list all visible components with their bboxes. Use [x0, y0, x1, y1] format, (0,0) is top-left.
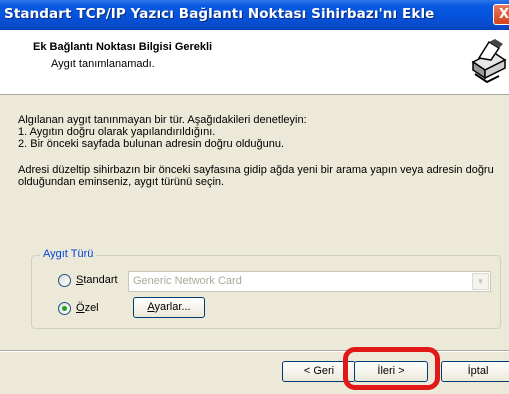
- next-button-highlight: [343, 347, 440, 390]
- custom-radio[interactable]: [58, 302, 71, 315]
- close-button[interactable]: X: [493, 4, 509, 25]
- printer-wizard-icon: [465, 38, 507, 84]
- title-bar: Standart TCP/IP Yazıcı Bağlantı Noktası …: [0, 0, 509, 30]
- window-title: Standart TCP/IP Yazıcı Bağlantı Noktası …: [4, 6, 435, 22]
- chevron-down-icon[interactable]: ▼: [472, 273, 489, 290]
- device-type-select[interactable]: Generic Network Card ▼: [128, 271, 491, 292]
- device-type-legend: Aygıt Türü: [40, 248, 97, 260]
- header-title: Ek Bağlantı Noktası Bilgisi Gerekli: [33, 41, 213, 53]
- wizard-header: Ek Bağlantı Noktası Bilgisi Gerekli Aygı…: [0, 30, 509, 95]
- body-line-1: Algılanan aygıt tanınmayan bir tür. Aşağ…: [18, 114, 307, 126]
- custom-radio-label[interactable]: Özel: [76, 302, 99, 314]
- select-value: Generic Network Card: [133, 275, 242, 287]
- standard-radio-label[interactable]: Standart: [76, 274, 118, 286]
- settings-button[interactable]: Ayarlar...: [133, 297, 205, 318]
- cancel-button[interactable]: İptal: [441, 361, 509, 382]
- body-line-5: olduğundan eminseniz, aygıt türünü seçin…: [18, 176, 225, 188]
- standard-radio[interactable]: [58, 274, 71, 287]
- body-line-3: 2. Bir önceki sayfada bulunan adresin do…: [18, 138, 285, 150]
- body-line-4: Adresi düzeltip sihirbazın bir önceki sa…: [18, 164, 494, 176]
- header-subtitle: Aygıt tanımlanamadı.: [51, 58, 155, 70]
- device-type-group: [31, 255, 501, 329]
- body-line-2: 1. Aygıtın doğru olarak yapılandırıldığı…: [18, 126, 216, 138]
